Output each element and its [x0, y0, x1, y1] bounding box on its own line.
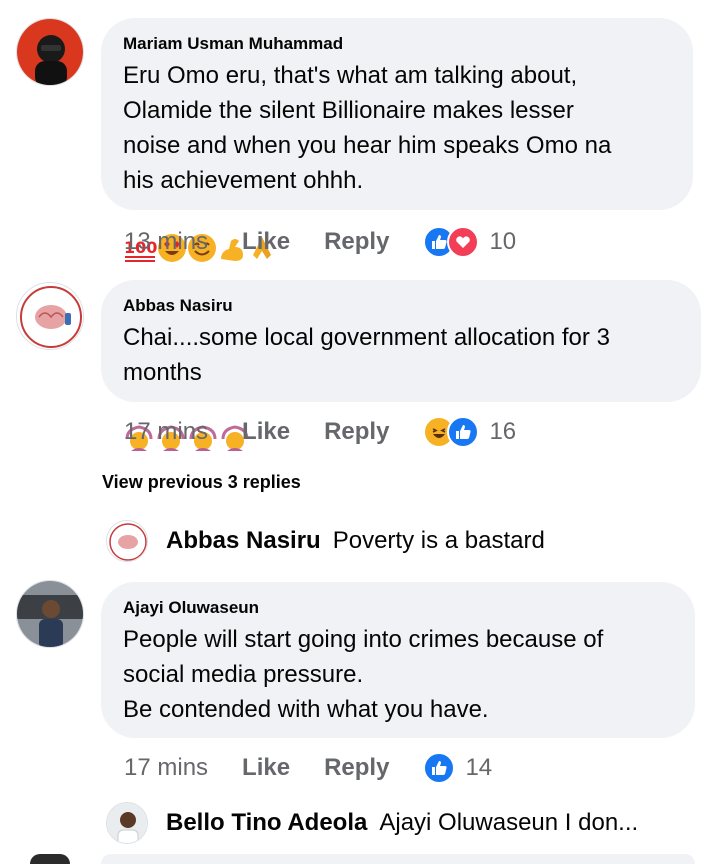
- reaction-count[interactable]: 16: [489, 418, 516, 446]
- reply-button[interactable]: Reply: [324, 228, 389, 256]
- reply-author[interactable]: Abbas Nasiru: [166, 527, 321, 555]
- avatar[interactable]: [106, 520, 148, 562]
- comment-author[interactable]: Mariam Usman Muhammad: [123, 34, 671, 54]
- reply-text: Poverty is a bastard: [332, 527, 545, 554]
- reply-button[interactable]: Reply: [324, 418, 389, 446]
- comment-bubble: Mariam Usman Muhammad Eru Omo eru, that'…: [101, 18, 693, 262]
- comment-text: People will start going into crimes beca…: [123, 626, 604, 723]
- reply-text: Ajayi Oluwaseun I don...: [379, 809, 639, 836]
- comment-author[interactable]: Abbas Nasiru: [123, 296, 679, 316]
- next-comment-avatar-partial: [30, 854, 70, 864]
- avatar[interactable]: [16, 580, 84, 648]
- like-button[interactable]: Like: [242, 754, 290, 782]
- comment-actions: 13 mins Like Reply 10: [124, 224, 516, 260]
- love-reaction-icon: [447, 226, 480, 258]
- reply-author[interactable]: Bello Tino Adeola: [166, 809, 367, 837]
- reaction-summary[interactable]: [423, 226, 480, 258]
- comment-bubble: Ajayi Oluwaseun People will start going …: [101, 582, 695, 738]
- avatar[interactable]: [106, 802, 148, 844]
- comment-time[interactable]: 17 mins: [124, 418, 208, 446]
- like-reaction-icon: [423, 752, 456, 784]
- comment-actions: 17 mins Like Reply 14: [124, 750, 492, 786]
- comment-time[interactable]: 13 mins: [124, 228, 208, 256]
- reaction-count[interactable]: 10: [489, 228, 516, 256]
- view-previous-replies-link[interactable]: View previous 3 replies: [102, 472, 301, 493]
- reaction-summary[interactable]: [423, 752, 456, 784]
- next-comment-bubble-partial: [101, 854, 695, 864]
- reply-button[interactable]: Reply: [324, 754, 389, 782]
- like-button[interactable]: Like: [242, 228, 290, 256]
- comment-author[interactable]: Ajayi Oluwaseun: [123, 598, 673, 618]
- avatar[interactable]: [16, 282, 84, 350]
- comment-time[interactable]: 17 mins: [124, 754, 208, 782]
- comment-actions: 17 mins Like Reply 16: [124, 414, 516, 450]
- reply-abbas: Abbas Nasiru Poverty is a bastard: [106, 520, 545, 562]
- reply-bello: Bello Tino Adeola Ajayi Oluwaseun I don.…: [106, 802, 638, 844]
- avatar[interactable]: [16, 18, 84, 86]
- comment-bubble: Abbas Nasiru Chai....some local governme…: [101, 280, 701, 451]
- like-reaction-icon: [447, 416, 480, 448]
- like-button[interactable]: Like: [242, 418, 290, 446]
- reaction-count[interactable]: 14: [465, 754, 492, 782]
- reaction-summary[interactable]: [423, 416, 480, 448]
